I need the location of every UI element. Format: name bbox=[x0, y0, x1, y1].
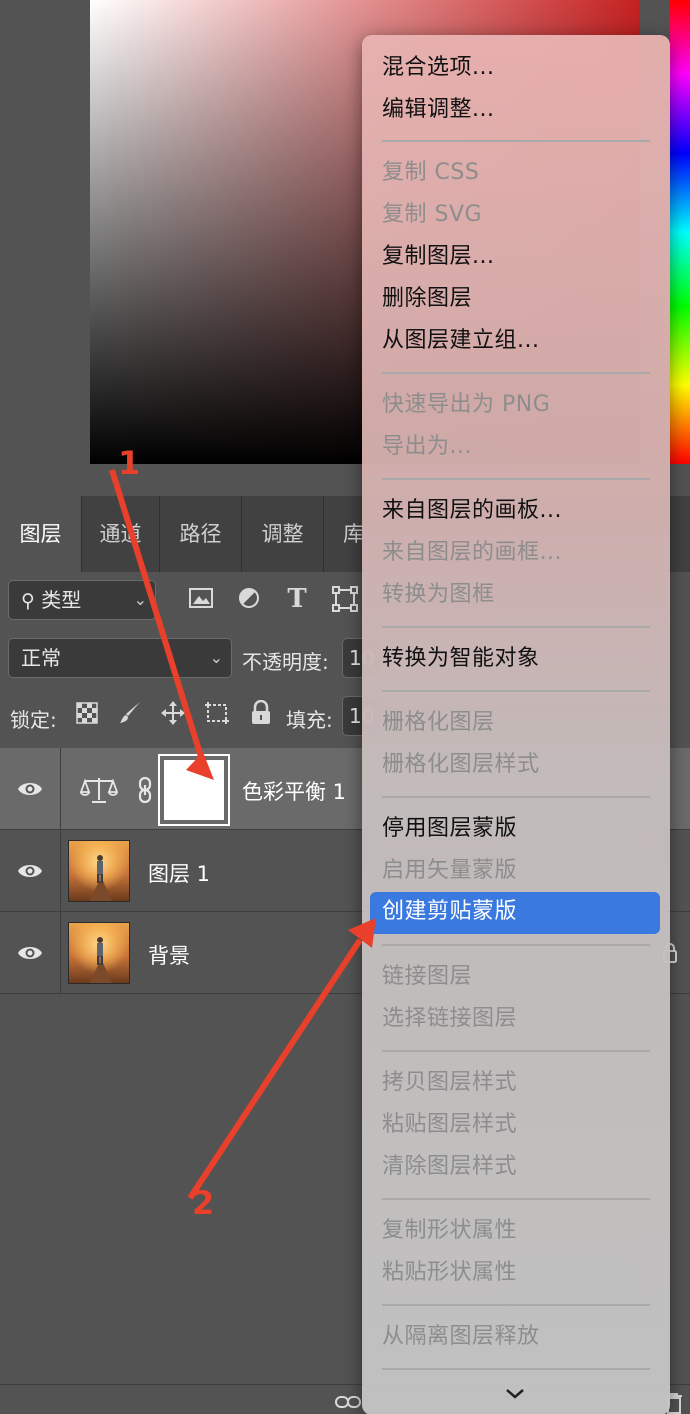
annotation-arrowhead-1 bbox=[186, 752, 214, 780]
annotation-label-1: 1 bbox=[118, 444, 141, 482]
annotation-arrow-2 bbox=[187, 938, 363, 1200]
annotation-arrow-1 bbox=[109, 469, 205, 761]
annotation-arrows bbox=[109, 469, 376, 1200]
annotation-arrowhead-2 bbox=[348, 918, 376, 948]
annotation-label-2: 2 bbox=[192, 1184, 215, 1222]
